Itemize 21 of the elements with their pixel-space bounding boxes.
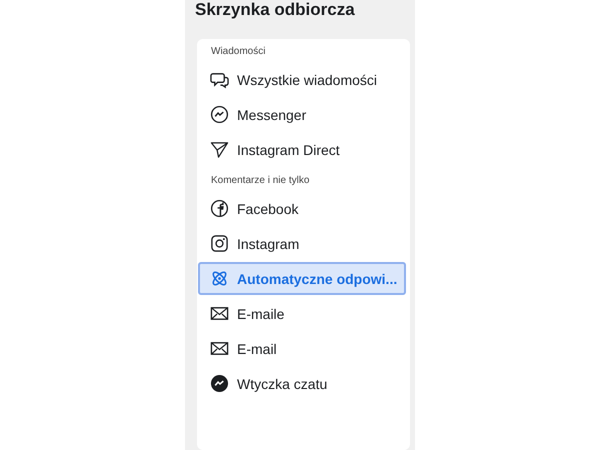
- section-heading: Wiadomości: [210, 46, 266, 57]
- nav-item[interactable]: E-mail: [198, 332, 406, 365]
- envelope-icon: [210, 304, 229, 323]
- instagram-icon: [210, 234, 229, 253]
- nav-item[interactable]: Messenger: [198, 98, 406, 131]
- nav-item[interactable]: E-maile: [198, 297, 406, 330]
- nav-item[interactable]: Wszystkie wiadomości: [198, 63, 406, 96]
- nav-item[interactable]: Automatyczne odpowi...: [198, 262, 406, 295]
- nav-item[interactable]: Facebook: [198, 192, 406, 225]
- messenger-icon: [210, 374, 229, 393]
- nav-item[interactable]: Wtyczka czatu: [198, 367, 406, 400]
- chat-bubbles-icon: [210, 70, 229, 89]
- facebook-icon: [210, 199, 229, 218]
- nav-item[interactable]: Instagram Direct: [198, 133, 406, 166]
- paper-plane-icon: [210, 140, 229, 159]
- nav-item[interactable]: Instagram: [198, 227, 406, 260]
- envelope-icon: [210, 339, 229, 358]
- section-heading: Komentarze i nie tylko: [210, 175, 310, 186]
- atom-icon: [210, 269, 229, 288]
- messenger-icon: [210, 105, 229, 124]
- page-title: Skrzynka odbiorcza: [195, 0, 356, 20]
